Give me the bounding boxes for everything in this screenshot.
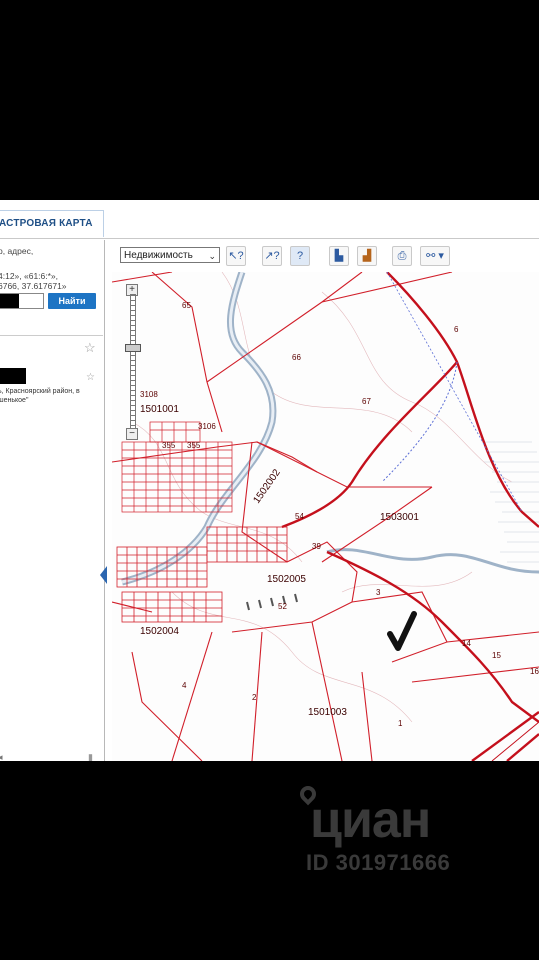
watermark-brand: циан	[310, 791, 431, 849]
redaction-bar	[0, 294, 19, 308]
measure-area-icon[interactable]: ▟	[357, 246, 377, 266]
measure-distance-icon[interactable]: ▙	[329, 246, 349, 266]
chevron-down-icon: ⌄	[208, 251, 216, 261]
search-input[interactable]	[0, 293, 44, 309]
parcel-number: 1	[398, 719, 403, 728]
search-hint-line: 4:12», «61:6:*»,	[0, 271, 59, 281]
block-label: 1502004	[140, 626, 179, 637]
block-label: 1502005	[267, 574, 306, 585]
search-result[interactable]: ☆ ь, Красноярский район, в шенькое"	[0, 364, 103, 414]
watermark: циан ID 301971666	[270, 782, 530, 885]
zoom-control[interactable]: + −	[125, 284, 141, 440]
parcel-number: 14	[462, 639, 471, 648]
panel-footer: ◂ ▮	[0, 752, 103, 761]
parcel-number: 39	[312, 542, 321, 551]
redaction-bar	[0, 368, 26, 384]
zoom-slider[interactable]	[130, 294, 136, 430]
star-icon[interactable]: ☆	[86, 372, 95, 383]
tab-bar: АСТРОВАЯ КАРТА	[0, 200, 539, 239]
parcel-number: 355	[187, 441, 201, 450]
collapse-panel-arrow-icon[interactable]	[100, 566, 107, 584]
search-hint-line: 6766, 37.617671»	[0, 281, 67, 291]
parcel-number: 355	[162, 441, 176, 450]
watermark-listing-id: ID 301971666	[306, 850, 451, 875]
print-icon[interactable]: ⎙	[392, 246, 412, 266]
parcel-number: 2	[252, 693, 257, 702]
star-icon[interactable]: ☆	[84, 340, 96, 356]
divider	[0, 335, 103, 336]
layer-select-value: Недвижимость	[124, 250, 193, 261]
trash-icon[interactable]: ▮	[88, 752, 93, 761]
layer-select[interactable]: Недвижимость ⌄	[120, 247, 220, 263]
map-canvas: 1501001 1502002 1503001 1502005 1502004 …	[112, 272, 539, 761]
parcel-number: 67	[362, 397, 371, 406]
result-address: ь, Красноярский район, в шенькое"	[0, 388, 80, 404]
parcel-number: 4	[182, 681, 187, 690]
zoom-thumb[interactable]	[125, 344, 141, 352]
block-label: 1502002	[251, 467, 283, 506]
parcel-number: 54	[295, 512, 304, 521]
parcel-number: 65	[182, 301, 191, 310]
parcel-number: 3106	[198, 422, 216, 431]
find-button[interactable]: Найти	[48, 293, 96, 309]
parcel-number: 3	[376, 588, 381, 597]
parcel-number: 6	[454, 325, 459, 334]
scroll-left-icon[interactable]: ◂	[0, 752, 3, 761]
cadastre-map[interactable]: 1501001 1502002 1503001 1502005 1502004 …	[112, 272, 539, 761]
parcel-number: 15	[492, 651, 501, 660]
map-toolbar: Недвижимость ⌄ ↖? ↗? ? ▙ ▟ ⎙ ⚯ ▾	[112, 240, 539, 272]
left-panel: р, адрес, : 4:12», «61:6:*», 6766, 37.61…	[0, 240, 107, 761]
screen-capture: АСТРОВАЯ КАРТА р, адрес, : 4:12», «61:6:…	[0, 200, 539, 761]
block-label: 1503001	[380, 512, 419, 523]
tab-cadastre-map[interactable]: АСТРОВАЯ КАРТА	[0, 210, 104, 237]
parcel-number: 16	[530, 667, 539, 676]
block-label: 1501001	[140, 404, 179, 415]
block-label: 1501003	[308, 707, 347, 718]
parcel-number: 66	[292, 353, 301, 362]
info-icon[interactable]: ?	[290, 246, 310, 266]
parcel-number: 52	[278, 602, 287, 611]
identify-area-icon[interactable]: ↗?	[262, 246, 282, 266]
identify-cursor-icon[interactable]: ↖?	[226, 246, 246, 266]
search-hint-line: р, адрес,	[0, 246, 34, 256]
zoom-out-button[interactable]: −	[126, 428, 138, 440]
link-icon[interactable]: ⚯ ▾	[420, 246, 450, 266]
parcel-number: 3108	[140, 390, 158, 399]
